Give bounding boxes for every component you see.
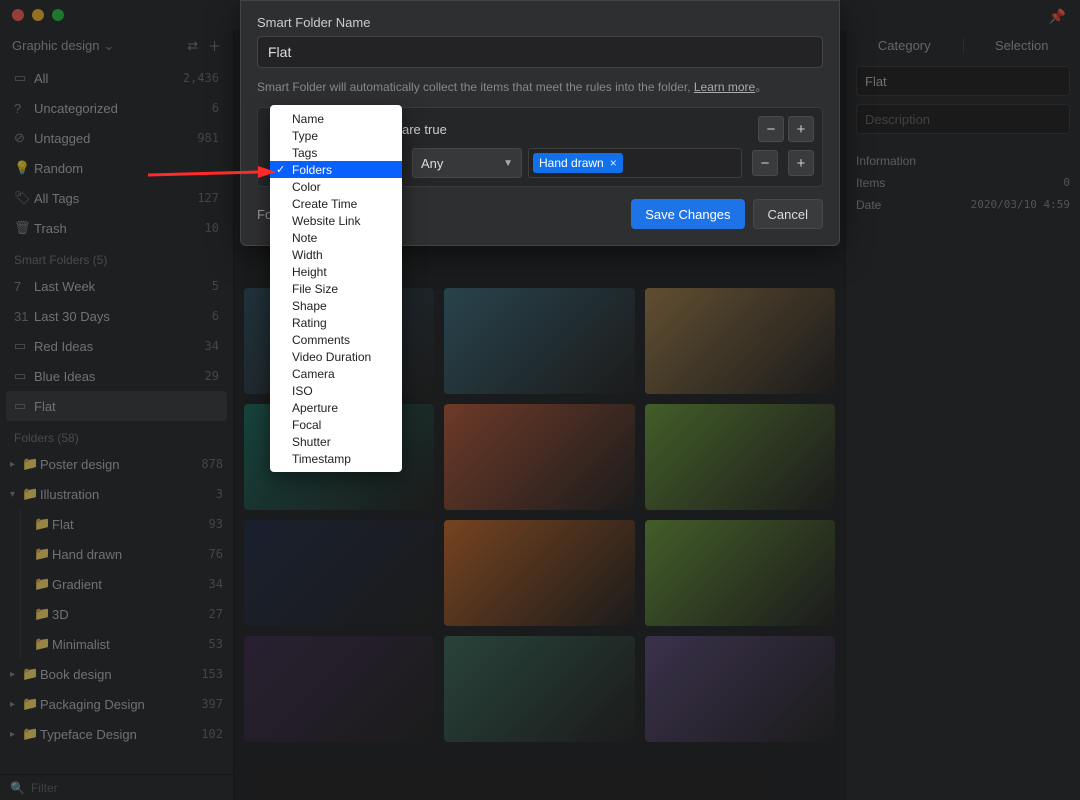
learn-more-link[interactable]: Learn more bbox=[694, 80, 755, 94]
dropdown-item-aperture[interactable]: Aperture bbox=[270, 399, 402, 416]
rule-condition-select[interactable]: Any▼ bbox=[412, 148, 522, 178]
dropdown-item-timestamp[interactable]: Timestamp bbox=[270, 450, 402, 467]
dropdown-item-shutter[interactable]: Shutter bbox=[270, 433, 402, 450]
dropdown-item-color[interactable]: Color bbox=[270, 178, 402, 195]
dropdown-item-video-duration[interactable]: Video Duration bbox=[270, 348, 402, 365]
remove-rule-button[interactable]: − bbox=[752, 150, 778, 176]
dropdown-item-name[interactable]: Name bbox=[270, 110, 402, 127]
cancel-button[interactable]: Cancel bbox=[753, 199, 823, 229]
smart-folder-name-input[interactable] bbox=[257, 36, 823, 68]
remove-rule-group-button[interactable]: − bbox=[758, 116, 784, 142]
dropdown-item-folders[interactable]: Folders bbox=[270, 161, 402, 178]
dropdown-item-create-time[interactable]: Create Time bbox=[270, 195, 402, 212]
dropdown-item-comments[interactable]: Comments bbox=[270, 331, 402, 348]
save-button[interactable]: Save Changes bbox=[631, 199, 744, 229]
dropdown-item-width[interactable]: Width bbox=[270, 246, 402, 263]
rule-value-input[interactable]: Hand drawn× bbox=[528, 148, 742, 178]
dropdown-item-website-link[interactable]: Website Link bbox=[270, 212, 402, 229]
dropdown-item-rating[interactable]: Rating bbox=[270, 314, 402, 331]
remove-tag-icon[interactable]: × bbox=[610, 156, 617, 170]
dropdown-item-camera[interactable]: Camera bbox=[270, 365, 402, 382]
rule-head-text: are true bbox=[402, 122, 447, 137]
add-rule-button[interactable]: + bbox=[788, 150, 814, 176]
dropdown-item-height[interactable]: Height bbox=[270, 263, 402, 280]
modal-description: Smart Folder will automatically collect … bbox=[257, 78, 823, 95]
dropdown-item-focal[interactable]: Focal bbox=[270, 416, 402, 433]
rule-field-dropdown[interactable]: NameTypeTagsFoldersColorCreate TimeWebsi… bbox=[270, 105, 402, 472]
dropdown-item-tags[interactable]: Tags bbox=[270, 144, 402, 161]
dropdown-item-note[interactable]: Note bbox=[270, 229, 402, 246]
add-rule-group-button[interactable]: + bbox=[788, 116, 814, 142]
dropdown-item-type[interactable]: Type bbox=[270, 127, 402, 144]
modal-title: Smart Folder Name bbox=[257, 15, 823, 30]
dropdown-item-iso[interactable]: ISO bbox=[270, 382, 402, 399]
dropdown-item-file-size[interactable]: File Size bbox=[270, 280, 402, 297]
dropdown-item-shape[interactable]: Shape bbox=[270, 297, 402, 314]
tag-chip[interactable]: Hand drawn× bbox=[533, 153, 623, 173]
